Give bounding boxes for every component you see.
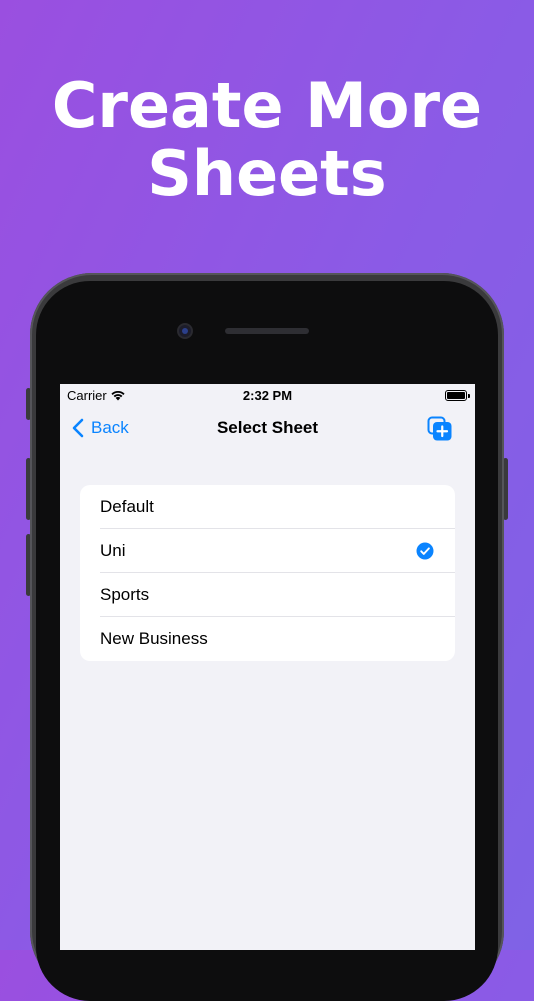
headline-line-1: Create More — [51, 69, 483, 142]
list-item-label: Default — [100, 497, 154, 516]
list-item-sports[interactable]: Sports — [80, 573, 455, 617]
battery-icon — [445, 390, 470, 401]
list-item-uni[interactable]: Uni — [80, 529, 455, 573]
list-item-label: New Business — [100, 629, 208, 648]
list-item-default[interactable]: Default — [80, 485, 455, 529]
headline-line-2: Sheets — [147, 137, 387, 210]
status-time: 2:32 PM — [242, 388, 293, 403]
page-title: Select Sheet — [216, 418, 319, 437]
list-item-label: Uni — [100, 541, 126, 560]
status-bar: Carrier 2:32 PM — [60, 384, 475, 406]
earpiece-speaker — [225, 328, 309, 334]
navigation-bar: Back Select Sheet — [60, 406, 475, 450]
front-camera — [179, 325, 191, 337]
sheet-list: Default Uni Sports New Business — [80, 485, 455, 661]
checkmark-circle-icon — [416, 542, 434, 560]
list-item-new-business[interactable]: New Business — [80, 617, 455, 661]
phone-screen: Carrier 2:32 PM Back Select Sheet Defaul… — [60, 384, 475, 950]
add-sheet-icon[interactable] — [427, 416, 453, 442]
list-item-label: Sports — [100, 585, 150, 604]
headline: Create More Sheets — [0, 72, 534, 208]
